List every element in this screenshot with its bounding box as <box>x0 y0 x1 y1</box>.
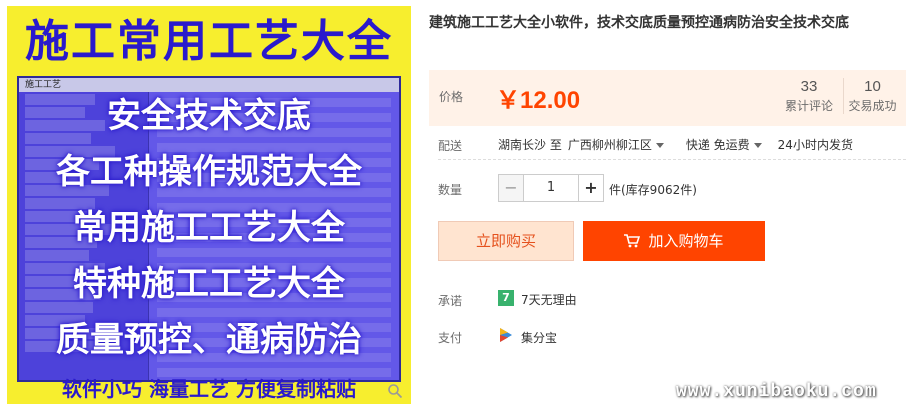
dispatch-time: 24小时内发货 <box>777 138 853 152</box>
reviews-count: 33 <box>800 78 818 95</box>
deals-count: 10 <box>864 78 881 95</box>
reviews-label: 累计评论 <box>784 99 833 113</box>
image-headline: 施工常用工艺大全 <box>25 16 393 67</box>
buy-now-button[interactable]: 立即购买 <box>438 221 574 261</box>
promise-label: 承诺 <box>438 294 463 308</box>
caret-down-icon <box>753 143 762 148</box>
seven-day-return-icon: 7 <box>498 290 514 306</box>
product-page: 施工常用工艺大全 施工工艺 安全技术交底 各工种操作规范大全 常用施工工艺大全 … <box>0 0 906 410</box>
payment-method: 集分宝 <box>521 331 558 345</box>
section-divider <box>438 159 906 160</box>
increase-quantity-button[interactable]: + <box>578 174 604 202</box>
jifenbao-icon <box>500 328 512 342</box>
shipping-from: 湖南长沙 至 <box>498 138 562 152</box>
overlay-line: 常用施工工艺大全 <box>73 208 345 248</box>
price-value: ￥12.00 <box>496 87 581 114</box>
overlay-line: 安全技术交底 <box>107 96 311 136</box>
overlay-line: 特种施工工艺大全 <box>73 264 345 304</box>
overlay-line: 各工种操作规范大全 <box>56 152 362 192</box>
shipping-destination-select[interactable]: 广西柳州柳江区 <box>568 136 664 153</box>
quantity-input[interactable]: 1 <box>524 174 578 202</box>
price-panel: 价格 ￥12.00 33 累计评论 10 交易成功 <box>429 70 906 126</box>
image-overlay-text: 安全技术交底 各工种操作规范大全 常用施工工艺大全 特种施工工艺大全 质量预控、… <box>17 88 401 368</box>
promise-text[interactable]: 7天无理由 <box>521 291 577 308</box>
overlay-line: 质量预控、通病防治 <box>56 320 362 360</box>
cart-icon <box>624 234 641 248</box>
shipping-label: 配送 <box>438 139 463 153</box>
shipping-destination: 广西柳州柳江区 <box>567 138 652 152</box>
reviews-stat[interactable]: 33 累计评论 <box>781 78 837 114</box>
shipping-method-select[interactable]: 快递 免运费 <box>686 136 762 153</box>
stock-info: 件(库存9062件) <box>609 183 697 197</box>
add-to-cart-label: 加入购物车 <box>648 232 724 250</box>
decrease-quantity-button[interactable]: − <box>498 174 524 202</box>
payment-label: 支付 <box>438 331 463 345</box>
deals-stat: 10 交易成功 <box>843 78 901 114</box>
price-label: 价格 <box>439 90 464 104</box>
site-watermark: www.xunibaoku.com <box>676 382 877 402</box>
caret-down-icon <box>655 143 664 148</box>
deals-label: 交易成功 <box>848 99 897 113</box>
product-title: 建筑施工工艺大全小软件，技术交底质量预控通病防治安全技术交底 <box>429 15 849 31</box>
magnifier-icon[interactable] <box>387 383 403 399</box>
quantity-label: 数量 <box>438 183 463 197</box>
shipping-row: 湖南长沙 至 广西柳州柳江区 快递 免运费 24小时内发货 <box>498 136 853 153</box>
add-to-cart-button[interactable]: 加入购物车 <box>583 221 765 261</box>
quantity-stepper: − 1 + <box>498 174 604 202</box>
product-image[interactable]: 施工常用工艺大全 施工工艺 安全技术交底 各工种操作规范大全 常用施工工艺大全 … <box>7 6 411 404</box>
shipping-method: 快递 免运费 <box>685 138 750 152</box>
image-footer: 软件小巧 海量工艺 方便复制粘贴 <box>62 377 356 401</box>
